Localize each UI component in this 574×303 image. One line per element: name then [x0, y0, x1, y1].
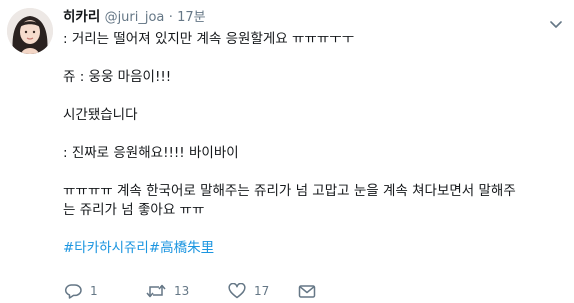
reply-button[interactable]: 1	[64, 283, 146, 299]
tweet-actions: 1 13 17	[64, 283, 316, 299]
reply-count: 1	[90, 284, 98, 298]
tweet-header: 히카리 @juri_joa · 17분	[63, 9, 544, 26]
like-button[interactable]: 17	[228, 283, 298, 299]
tweet-line: : 진짜로 응원해요!!!! 바이바이	[63, 145, 239, 161]
direct-message-icon	[298, 283, 316, 299]
avatar[interactable]	[7, 8, 53, 54]
retweet-count: 13	[174, 284, 190, 298]
user-handle[interactable]: @juri_joa	[105, 10, 165, 25]
tweet-line: 는 쥬리가 넘 좋아요 ㅠㅠ	[63, 202, 205, 218]
retweet-icon	[146, 283, 166, 299]
separator-dot: ·	[168, 10, 173, 25]
tweet-line: 시간됐습니다	[63, 107, 138, 123]
hashtag-link[interactable]: #高橋朱里	[149, 240, 214, 256]
like-count: 17	[254, 284, 270, 298]
reply-icon	[64, 283, 82, 299]
caret-down-icon[interactable]	[550, 14, 562, 28]
display-name[interactable]: 히카리	[63, 9, 100, 25]
like-icon	[228, 283, 246, 299]
hashtags: #타카하시쥬리#高橋朱里	[63, 239, 560, 258]
tweet-text: : 거리는 떨어져 있지만 계속 응원할게요 ㅠㅠㅠㅜㅜ 쥬 : 웅웅 마음이!…	[63, 30, 560, 258]
tweet-line: : 거리는 떨어져 있지만 계속 응원할게요 ㅠㅠㅠㅜㅜ	[63, 31, 355, 47]
hashtag-link[interactable]: #타카하시쥬리	[63, 240, 149, 256]
tweet-line: ㅠㅠㅠㅠ 계속 한국어로 말해주는 쥬리가 넘 고맙고 눈을 계속 쳐다보면서 …	[63, 183, 516, 199]
direct-message-button[interactable]	[298, 283, 316, 299]
timestamp[interactable]: 17분	[177, 10, 206, 25]
tweet-line: 쥬 : 웅웅 마음이!!!	[63, 69, 172, 85]
retweet-button[interactable]: 13	[146, 283, 228, 299]
